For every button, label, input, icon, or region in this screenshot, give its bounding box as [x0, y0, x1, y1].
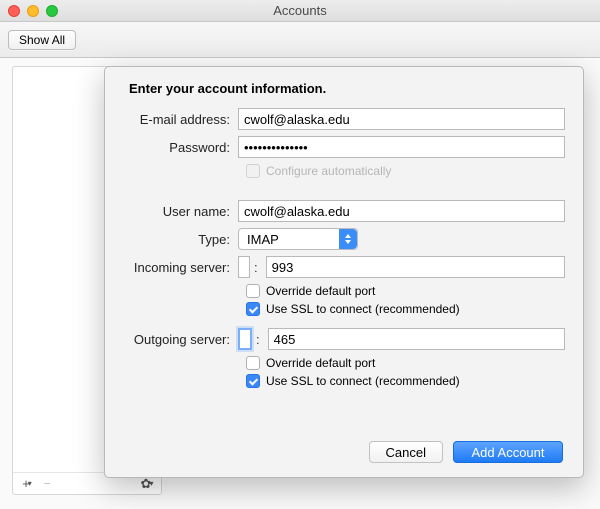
account-type-select[interactable]: IMAP — [238, 228, 358, 250]
add-account-button[interactable]: Add Account — [453, 441, 563, 463]
outgoing-override-port-checkbox[interactable] — [246, 356, 260, 370]
minus-icon: − — [43, 476, 51, 491]
outgoing-server-field[interactable] — [238, 328, 252, 350]
toolbar: Show All — [0, 22, 600, 58]
account-type-value: IMAP — [247, 232, 279, 247]
port-separator: : — [256, 332, 260, 347]
incoming-server-label: Incoming server: — [123, 260, 238, 275]
show-all-button[interactable]: Show All — [8, 30, 76, 50]
add-account-button[interactable]: +▾ — [17, 475, 37, 493]
incoming-use-ssl-label: Use SSL to connect (recommended) — [266, 302, 460, 316]
outgoing-port-field[interactable] — [268, 328, 565, 350]
email-label: E-mail address: — [123, 112, 238, 127]
chevron-down-icon: ▾ — [149, 479, 153, 488]
password-field[interactable] — [238, 136, 565, 158]
username-field[interactable] — [238, 200, 565, 222]
outgoing-server-label: Outgoing server: — [123, 332, 238, 347]
account-setup-dialog: Enter your account information. E-mail a… — [104, 66, 584, 478]
username-label: User name: — [123, 204, 238, 219]
chevron-down-icon: ▾ — [28, 479, 32, 488]
incoming-port-field[interactable] — [266, 256, 565, 278]
email-field[interactable] — [238, 108, 565, 130]
titlebar: Accounts — [0, 0, 600, 22]
outgoing-use-ssl-checkbox[interactable] — [246, 374, 260, 388]
port-separator: : — [254, 260, 258, 275]
incoming-override-port-checkbox[interactable] — [246, 284, 260, 298]
outgoing-use-ssl-label: Use SSL to connect (recommended) — [266, 374, 460, 388]
incoming-override-port-label: Override default port — [266, 284, 375, 298]
main-content: +▾ − ✿▾ ft accounts Enter your account i… — [0, 58, 600, 509]
window-title: Accounts — [0, 3, 600, 18]
configure-automatically-checkbox — [246, 164, 260, 178]
cancel-button[interactable]: Cancel — [369, 441, 443, 463]
type-label: Type: — [123, 232, 238, 247]
dialog-title: Enter your account information. — [123, 81, 565, 96]
select-arrows-icon — [339, 229, 357, 249]
incoming-use-ssl-checkbox[interactable] — [246, 302, 260, 316]
outgoing-override-port-label: Override default port — [266, 356, 375, 370]
remove-account-button[interactable]: − — [37, 475, 57, 493]
password-label: Password: — [123, 140, 238, 155]
incoming-server-field[interactable] — [238, 256, 250, 278]
configure-automatically-label: Configure automatically — [266, 164, 391, 178]
